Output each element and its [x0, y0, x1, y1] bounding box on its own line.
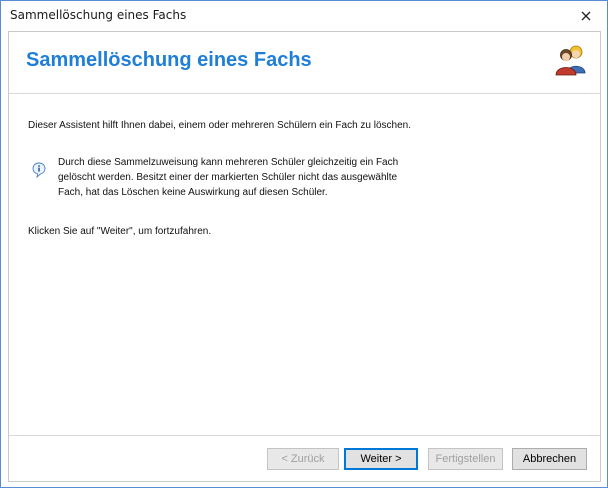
- wizard-header: Sammellöschung eines Fachs: [9, 32, 600, 92]
- info-text-line: Fach, hat das Löschen keine Auswirkung a…: [58, 187, 328, 198]
- info-text-line: Durch diese Sammelzuweisung kann mehrere…: [58, 157, 399, 168]
- close-icon: [581, 11, 591, 21]
- cancel-button[interactable]: Abbrechen: [512, 448, 587, 470]
- info-icon: [32, 162, 46, 178]
- header-divider: [9, 93, 600, 94]
- wizard-window: Sammellöschung eines Fachs Sammellöschun…: [0, 0, 608, 488]
- title-bar[interactable]: Sammellöschung eines Fachs: [1, 1, 607, 31]
- info-text-line: gelöscht werden. Besitzt einer der marki…: [58, 172, 398, 183]
- next-button[interactable]: Weiter >: [344, 448, 418, 470]
- footer-divider: [9, 435, 600, 436]
- users-icon: [555, 45, 586, 76]
- continue-hint: Klicken Sie auf "Weiter", um fortzufahre…: [28, 226, 212, 237]
- back-button[interactable]: < Zurück: [267, 448, 339, 470]
- finish-button[interactable]: Fertigstellen: [428, 448, 503, 470]
- wizard-page: Sammellöschung eines Fachs Dieser Assist…: [8, 31, 601, 482]
- page-title: Sammellöschung eines Fachs: [26, 49, 312, 71]
- intro-text: Dieser Assistent hilft Ihnen dabei, eine…: [28, 120, 411, 131]
- window-title: Sammellöschung eines Fachs: [10, 8, 187, 22]
- close-button[interactable]: [577, 8, 595, 24]
